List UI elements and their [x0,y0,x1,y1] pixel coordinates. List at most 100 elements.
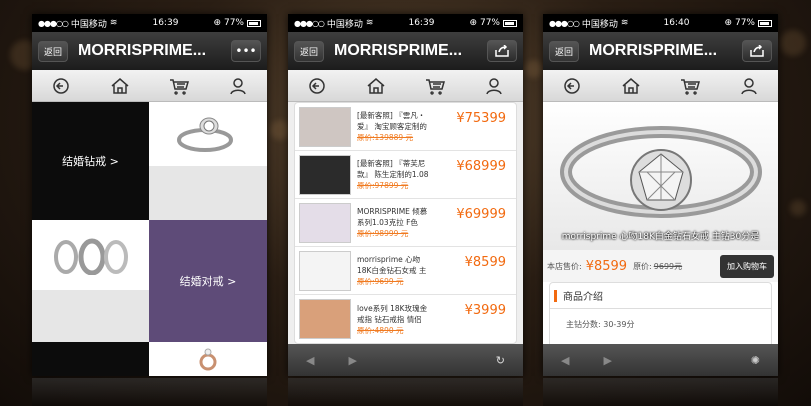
battery-percent: 77% [223,18,244,28]
signal-icon: ●●●○○ [549,18,580,28]
clock: 16:39 [152,18,179,28]
product-thumbnail [299,154,351,195]
bokeh-light [525,60,543,78]
signal-icon: ●●●○○ [294,18,325,28]
list-item[interactable]: [最新客照] 『雲凡・爱』 淘宝顾客定制的 原价:139889 元 ¥75399 [295,103,516,151]
orig-label: 原价: [357,229,375,238]
battery-icon [758,19,772,27]
clock: 16:39 [408,18,435,28]
browser-toolbar: ◀ ▶ ✺ [543,344,778,376]
orig-label: 原价: [357,325,375,335]
battery-percent: 77% [479,18,500,28]
lock-icon: ⊕ [213,18,221,28]
list-item[interactable]: love系列 18K玫瑰金戒指 钻石戒指 情侣 原价:4890 元 ¥3999 [295,295,516,343]
product-thumbnail [299,202,351,243]
tile-wedding-label: 结婚对戒 > [179,275,237,288]
forward-arrow-icon[interactable]: ▶ [603,354,611,367]
share-icon[interactable] [742,40,772,62]
list-item[interactable]: [最新客照] 『蒂芙尼款』 陈生定制的1.08 原价:97899 元 ¥68999 [295,151,516,199]
nav-bar: 返回 MORRISPRIME... ••• [32,32,267,70]
home-icon[interactable] [602,70,661,101]
bokeh-light [270,120,290,140]
forward-arrow-icon[interactable]: ▶ [348,354,356,367]
back-button[interactable]: 返回 [549,40,580,62]
back-circle-icon[interactable] [32,70,91,101]
nav-bar: 返回 MORRISPRIME... [288,32,523,70]
product-price: ¥68999 [456,159,506,174]
product-image: morrisprime 心吻18K白金钻石女戒 主钻30分是 [543,102,778,250]
cart-icon[interactable] [150,70,209,101]
toolbar [32,70,267,102]
phone-product-detail: ●●●○○ 中国移动 ≋ 16:40 ⊕ 77% 返回 MORRISPRIME... … [543,14,778,376]
toolbar [288,70,523,102]
battery-icon [503,19,517,27]
product-price: ¥69999 [456,207,506,222]
share-icon[interactable] [487,40,517,62]
page-title: MORRISPRIME... [78,42,207,59]
user-icon[interactable] [464,70,523,101]
list-item[interactable]: morrisprime 心吻18K白金钻石女戒 主原价:9699 元 ¥8599 [295,247,516,295]
user-icon[interactable] [208,70,267,101]
product-thumbnail [299,106,351,147]
back-arrow-icon[interactable]: ◀ [306,354,314,367]
battery-icon [247,19,261,27]
phone-reflection [32,378,267,406]
status-bar: ●●●○○ 中国移动 ≋ 16:39 ⊕ 77% [288,14,523,32]
home-icon[interactable] [91,70,150,101]
price-bar: 本店售价: ¥8599 原价: 9699元 加入购物车 [543,250,778,282]
home-icon[interactable] [347,70,406,101]
wifi-icon: ≋ [365,18,374,28]
tile-engagement[interactable]: 结婚钻戒 > [32,102,149,220]
cart-icon[interactable] [661,70,720,101]
orig-price: 9699 元 [374,277,404,286]
section-title: 商品介绍 [563,292,603,303]
back-button[interactable]: 返回 [294,40,325,62]
section-marker [554,289,557,302]
back-circle-icon[interactable] [543,70,602,101]
carrier-label: 中国移动 [326,19,363,30]
orig-label: 原价: [357,277,375,286]
lock-icon: ⊕ [469,18,477,28]
product-caption: morrisprime 心吻18K白金钻石女戒 主钻30分是 [561,232,760,242]
product-list: [最新客照] 『雲凡・爱』 淘宝顾客定制的 原价:139889 元 ¥75399 … [294,102,517,344]
back-button[interactable]: 返回 [38,40,69,62]
orig-price: 98999 元 [374,229,409,238]
product-name: MORRISPRIME 倾慕系列1.03克拉 F色 [357,207,428,227]
tile-engagement-label: 结婚钻戒 > [62,155,119,168]
orig-price: 9699元 [653,261,683,271]
user-icon[interactable] [719,70,778,101]
orig-price: 4890 元 [374,325,404,335]
lock-icon: ⊕ [724,18,732,28]
product-price: ¥8599 [464,255,506,270]
intro-line: 主钻分数: 30-39分 [566,320,635,329]
list-item[interactable]: MORRISPRIME 倾慕系列1.03克拉 F色原价:98999 元 ¥699… [295,199,516,247]
orig-label: 原价: [357,133,375,142]
tile-wedding[interactable]: 结婚对戒 > [149,220,267,342]
orig-price: 139889 元 [374,133,414,142]
product-name: morrisprime 心吻18K白金钻石女戒 主 [357,255,427,275]
back-circle-icon[interactable] [288,70,347,101]
wifi-icon: ≋ [109,18,118,28]
product-name: [最新客照] 『雲凡・爱』 淘宝顾客定制的 [357,111,427,131]
add-to-cart-button[interactable]: 加入购物车 [720,254,774,278]
wifi-icon: ≋ [620,18,629,28]
cart-icon[interactable] [406,70,465,101]
product-intro: 商品介绍 主钻分数: 30-39分 [549,282,772,352]
refresh-icon[interactable]: ↻ [496,354,505,367]
orig-price: 97899 元 [374,181,409,190]
bokeh-light [780,30,806,56]
more-button[interactable]: ••• [231,40,261,62]
phone-reflection [543,378,778,406]
tile-blank [149,166,267,220]
status-bar: ●●●○○ 中国移动 ≋ 16:39 ⊕ 77% [32,14,267,32]
browser-toolbar: ◀ ▶ ↻ [288,344,523,376]
loading-spinner-icon: ✺ [750,353,760,367]
carrier-label: 中国移动 [70,19,107,30]
back-arrow-icon[interactable]: ◀ [561,354,569,367]
wedding-rings-image [32,220,149,290]
status-bar: ●●●○○ 中国移动 ≋ 16:40 ⊕ 77% [543,14,778,32]
clock: 16:40 [663,18,690,28]
toolbar [543,70,778,102]
phone-product-list: ●●●○○ 中国移动 ≋ 16:39 ⊕ 77% 返回 MORRISPRIME... … [288,14,523,376]
nav-bar: 返回 MORRISPRIME... [543,32,778,70]
